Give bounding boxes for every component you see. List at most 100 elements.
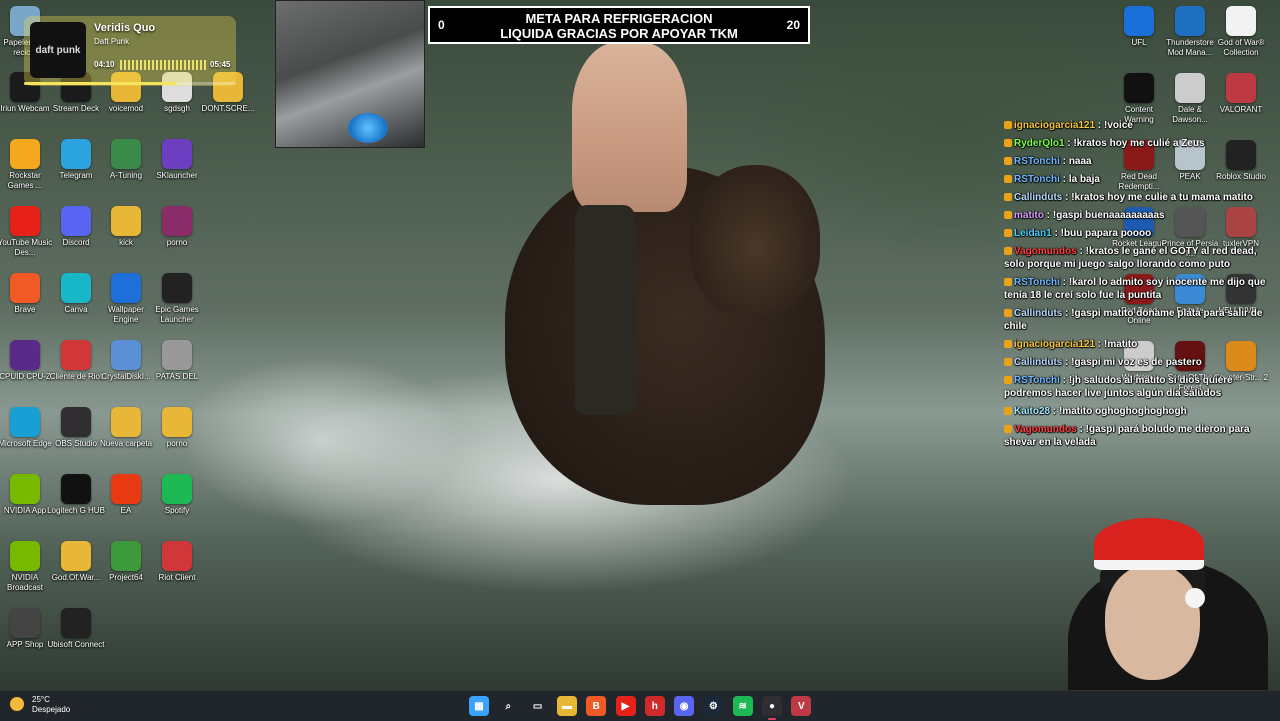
ubisoft-icon — [61, 608, 91, 638]
chat-username: ignaciogarcia121 — [1014, 339, 1096, 350]
desktop-icon[interactable]: kick — [97, 206, 155, 248]
desktop-icon[interactable]: Riot Client — [148, 541, 206, 583]
discord-icon[interactable]: ◉ — [674, 696, 695, 716]
start-icon[interactable]: ▦ — [469, 696, 489, 716]
desktop-icon[interactable]: YouTube Music Des... — [0, 206, 54, 258]
chat-text: : !kratos hoy me culie a tu mama matito — [1062, 192, 1253, 203]
desktop-icon[interactable]: NVIDIA Broadcast — [0, 541, 54, 593]
chat-username: Callinduts — [1014, 192, 1063, 203]
chat-username: RyderQlo1 — [1014, 138, 1065, 149]
desktop-icon[interactable]: God of War® Collection — [1212, 6, 1270, 58]
chat-username: ignaciogarcia121 — [1014, 120, 1096, 131]
chat-username: RSTonchi — [1014, 277, 1060, 288]
now-playing-widget[interactable]: daft punk Veridis Quo Daft Punk 04:10 05… — [24, 16, 236, 86]
desktop-icon-label: Wallpaper Engine — [108, 305, 144, 324]
chat-message: Callinduts : !gaspi mi voz es de pastero — [1004, 356, 1274, 369]
desktop-icon[interactable]: PATAS DEL — [148, 340, 206, 382]
taskbar: 25°C Despejado ▦ ⌕ ▭ ▬ B ▶ h ◉ ⚙ ≋ ● V — [0, 690, 1280, 721]
task-view-icon[interactable]: ▭ — [528, 696, 548, 716]
desktop-icon[interactable]: Spotify — [148, 474, 206, 516]
chat-badge-icon — [1004, 193, 1012, 202]
desktop-icon[interactable]: EA — [97, 474, 155, 516]
chat-badge-icon — [1004, 211, 1012, 220]
obs-icon[interactable]: ● — [762, 696, 782, 720]
valorant-icon[interactable]: V — [791, 696, 812, 716]
valorant-icon — [1226, 73, 1256, 103]
chat-badge-icon — [1004, 139, 1012, 148]
desktop-icon[interactable]: VALORANT — [1212, 73, 1270, 115]
desktop-icon[interactable]: Dale & Dawson... — [1161, 73, 1219, 125]
folder-icon — [162, 407, 192, 437]
steam-icon[interactable]: ⚙ — [703, 696, 724, 716]
desktop-icon-label: CPUID CPU-Z — [0, 372, 51, 381]
desktop-icon[interactable]: Microsoft Edge — [0, 407, 54, 449]
desktop-icon[interactable]: Nueva carpeta — [97, 407, 155, 449]
desktop-icon-label: porno — [166, 238, 188, 247]
weather-condition: Despejado — [32, 705, 71, 714]
file-explorer-icon[interactable]: ▬ — [556, 696, 577, 716]
chat-text: : !kratos hoy me culié a Zeus — [1064, 138, 1205, 149]
ea-icon — [111, 474, 141, 504]
search-icon[interactable]: ⌕ — [498, 696, 518, 716]
brave-icon[interactable]: B — [586, 696, 607, 716]
desktop-icon[interactable]: Wallpaper Engine — [97, 273, 155, 325]
desktop-icon-label: Spotify — [164, 506, 190, 515]
stream-goal-banner: 0 META PARA REFRIGERACION LIQUIDA GRACIA… — [428, 6, 810, 44]
image-file-icon — [162, 340, 192, 370]
desktop-icon-label: CrystalDiskI... — [101, 372, 151, 381]
chat-username: Kaito28 — [1014, 406, 1051, 417]
desktop-icon-label: DONT.SCRE... — [201, 104, 255, 113]
chat-text: : !matito — [1095, 339, 1138, 350]
riot-icon — [162, 541, 192, 571]
winrar-icon — [162, 206, 192, 236]
folder-icon — [111, 407, 141, 437]
chat-message: Callinduts : !gaspi matito doname plata … — [1004, 307, 1274, 333]
wallpaper-bear-head — [690, 165, 820, 315]
chat-message: Vagomundos : !kratos le gané el GOTY al … — [1004, 245, 1274, 271]
desktop-icon[interactable]: CPUID CPU-Z — [0, 340, 54, 382]
desktop-icon[interactable]: SKlauncher — [148, 139, 206, 181]
desktop-icon[interactable]: CrystalDiskI... — [97, 340, 155, 382]
desktop-icon[interactable]: Content Warning — [1110, 73, 1168, 125]
desktop-icon[interactable]: porno — [148, 206, 206, 248]
goal-line-1: META PARA REFRIGERACION — [525, 11, 713, 26]
desktop-icon[interactable]: A-Tuning — [97, 139, 155, 181]
chat-username: Callinduts — [1014, 357, 1063, 368]
obs-icon — [61, 407, 91, 437]
chat-badge-icon — [1004, 121, 1012, 130]
track-progress-bar[interactable] — [24, 82, 236, 85]
chat-message: Leidan1 : !buu papara poooo — [1004, 227, 1274, 240]
desktop-icon[interactable]: Brave — [0, 273, 54, 315]
desktop-icon-label: Iriun Webcam — [0, 104, 50, 113]
discord-icon — [61, 206, 91, 236]
chat-username: RSTonchi — [1014, 174, 1060, 185]
chat-text: : la baja — [1059, 174, 1100, 185]
project64-icon — [111, 541, 141, 571]
brave-icon — [10, 273, 40, 303]
desktop-icon-label: God of War® Collection — [1217, 38, 1265, 57]
desktop-icon-label: Rockstar Games ... — [7, 171, 43, 190]
desktop-icon[interactable]: Thunderstore Mod Mana... — [1161, 6, 1219, 58]
album-art-text: daft punk — [35, 44, 81, 56]
chat-badge-icon — [1004, 309, 1012, 318]
youtube-music-icon[interactable]: ▶ — [615, 696, 636, 716]
desktop-icon-label: UFL — [1131, 38, 1147, 47]
desktop-icon-label: Nueva carpeta — [99, 439, 153, 448]
desktop-icon[interactable]: NVIDIA App — [0, 474, 54, 516]
crystaldisk-icon — [111, 340, 141, 370]
desktop-icon[interactable]: Rockstar Games ... — [0, 139, 54, 191]
spotify-icon[interactable]: ≋ — [732, 696, 753, 716]
desktop-icon[interactable]: APP Shop — [0, 608, 54, 650]
desktop-icon[interactable]: Epic Games Launcher — [148, 273, 206, 325]
desktop-icon-label: Project64 — [109, 573, 143, 582]
folder-icon — [61, 541, 91, 571]
desktop-icon[interactable]: Ubisoft Connect — [47, 608, 105, 650]
desktop-icon[interactable]: Project64 — [97, 541, 155, 583]
desktop-icon[interactable]: porno — [148, 407, 206, 449]
canva-icon — [61, 273, 91, 303]
chat-username: matito — [1014, 210, 1044, 221]
desktop-icon-label: Brave — [14, 305, 36, 314]
desktop-icon[interactable]: UFL — [1110, 6, 1168, 48]
app-red-icon[interactable]: h — [644, 696, 665, 716]
riot-icon — [61, 340, 91, 370]
